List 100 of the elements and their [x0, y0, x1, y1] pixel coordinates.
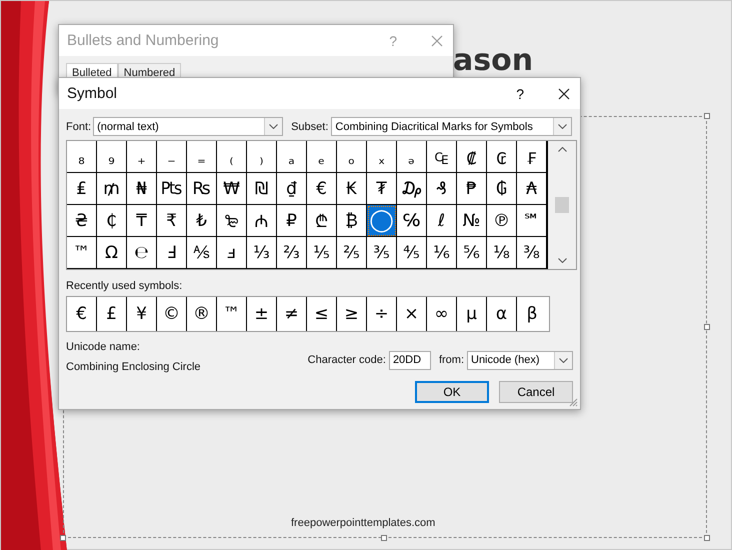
symbol-cell[interactable]: ⅜	[517, 237, 547, 269]
symbol-cell[interactable]: ₦	[127, 173, 157, 205]
symbol-cell[interactable]: ₉	[97, 141, 127, 173]
symbol-cell[interactable]: ₵	[97, 205, 127, 237]
section-label: Recently used symbols:	[66, 280, 184, 292]
symbol-cell[interactable]: ₩	[217, 173, 247, 205]
symbol-cell[interactable]: ₔ	[397, 141, 427, 173]
symbol-cell[interactable]: ₤	[67, 173, 97, 205]
symbol-cell[interactable]: ₱	[457, 173, 487, 205]
scrollbar[interactable]	[548, 141, 576, 269]
symbol-cell[interactable]: ₽	[277, 205, 307, 237]
symbol-cell[interactable]: ±	[247, 297, 277, 331]
symbol-cell[interactable]: ∞	[427, 297, 457, 331]
symbol-cell[interactable]: ₹	[157, 205, 187, 237]
symbol-cell[interactable]: ₳	[517, 173, 547, 205]
symbol-cell[interactable]: ₰	[427, 173, 457, 205]
symbol-cell[interactable]: №	[457, 205, 487, 237]
symbol-cell[interactable]: ₈	[67, 141, 97, 173]
chevron-down-icon	[559, 358, 568, 362]
symbol-cell[interactable]: ™	[217, 297, 247, 331]
symbol-cell[interactable]: ₐ	[277, 141, 307, 173]
resize-handle[interactable]	[704, 113, 710, 119]
symbol-cell[interactable]: ™	[67, 237, 97, 269]
symbol-cell[interactable]: ₫	[277, 173, 307, 205]
symbol-cell[interactable]: ®	[187, 297, 217, 331]
symbol-cell[interactable]: ₌	[187, 141, 217, 173]
symbol-cell[interactable]: £	[97, 297, 127, 331]
symbol-cell[interactable]: ⅓	[247, 237, 277, 269]
dialog-button[interactable]: Cancel	[499, 381, 573, 403]
symbol-cell[interactable]: ₾	[307, 205, 337, 237]
symbol-cell[interactable]: ₑ	[307, 141, 337, 173]
symbol-cell[interactable]: ⅕	[307, 237, 337, 269]
chevron-down-icon[interactable]	[558, 258, 566, 263]
symbol-cell[interactable]: ¥	[127, 297, 157, 331]
symbol-cell[interactable]: ⅔	[277, 237, 307, 269]
symbol-cell[interactable]: ℠	[517, 205, 547, 237]
symbol-cell[interactable]: ₭	[337, 173, 367, 205]
symbol-cell[interactable]: ◯	[367, 205, 397, 237]
symbol-cell[interactable]: ₪	[247, 173, 277, 205]
font-dropdown[interactable]: (normal text)	[93, 117, 284, 136]
symbol-cell[interactable]: ⅚	[457, 237, 487, 269]
help-button[interactable]: ?	[516, 86, 524, 102]
symbol-cell[interactable]: ₣	[517, 141, 547, 173]
symbol-cell[interactable]: ₥	[97, 173, 127, 205]
symbol-cell[interactable]: ₸	[127, 205, 157, 237]
symbol-cell[interactable]: ₊	[127, 141, 157, 173]
symbol-cell[interactable]: Ⅎ	[157, 237, 187, 269]
symbol-cell[interactable]: €	[67, 297, 97, 331]
symbol-cell[interactable]: €	[307, 173, 337, 205]
character-code-field[interactable]: 20DD	[388, 350, 431, 370]
symbol-cell[interactable]: Ω	[97, 237, 127, 269]
resize-grip-icon[interactable]	[569, 398, 578, 407]
symbol-cell[interactable]: ₻	[217, 205, 247, 237]
symbol-cell[interactable]: ⅛	[487, 237, 517, 269]
resize-handle[interactable]	[704, 324, 710, 330]
symbol-cell[interactable]: ₴	[67, 205, 97, 237]
dialog-button[interactable]: OK	[415, 381, 489, 403]
symbol-cell[interactable]: ⅎ	[217, 237, 247, 269]
window-title: Bullets and Numbering	[67, 32, 220, 49]
symbol-cell[interactable]: ₍	[217, 141, 247, 173]
scroll-thumb[interactable]	[555, 197, 569, 213]
symbol-cell[interactable]: ℓ	[427, 205, 457, 237]
chevron-down-icon	[558, 124, 568, 129]
symbol-cell[interactable]: ⅍	[187, 237, 217, 269]
symbol-cell[interactable]: ⅙	[427, 237, 457, 269]
subset-dropdown[interactable]: Combining Diacritical Marks for Symbols	[331, 117, 572, 136]
symbol-cell[interactable]: ×	[397, 297, 427, 331]
symbol-cell[interactable]: β	[517, 297, 547, 331]
chevron-up-icon[interactable]	[558, 147, 566, 152]
close-icon[interactable]	[558, 88, 570, 100]
symbol-cell[interactable]: ⅖	[337, 237, 367, 269]
from-dropdown[interactable]: Unicode (hex)	[467, 350, 573, 370]
resize-handle[interactable]	[704, 535, 710, 541]
symbol-cell[interactable]: ₒ	[337, 141, 367, 173]
symbol-cell[interactable]: µ	[457, 297, 487, 331]
symbol-cell[interactable]: ₋	[157, 141, 187, 173]
symbol-cell[interactable]: ₓ	[367, 141, 397, 173]
symbol-cell[interactable]: ÷	[367, 297, 397, 331]
symbol-cell[interactable]: ₲	[487, 173, 517, 205]
symbol-cell[interactable]: ≤	[307, 297, 337, 331]
symbol-cell[interactable]: ℅	[397, 205, 427, 237]
symbol-cell[interactable]: ℮	[127, 237, 157, 269]
symbol-cell[interactable]: ≥	[337, 297, 367, 331]
symbol-cell[interactable]: α	[487, 297, 517, 331]
resize-handle[interactable]	[60, 535, 66, 541]
symbol-cell[interactable]: ₢	[487, 141, 517, 173]
symbol-cell[interactable]: ₨	[187, 173, 217, 205]
symbol-cell[interactable]: ₡	[457, 141, 487, 173]
symbol-cell[interactable]: ⅗	[367, 237, 397, 269]
symbol-cell[interactable]: ©	[157, 297, 187, 331]
symbol-cell[interactable]: ≠	[277, 297, 307, 331]
symbol-cell[interactable]: ₧	[157, 173, 187, 205]
symbol-cell[interactable]: ℗	[487, 205, 517, 237]
symbol-cell[interactable]: ₎	[247, 141, 277, 173]
symbol-cell[interactable]: ₼	[247, 205, 277, 237]
symbol-cell[interactable]: ⅘	[397, 237, 427, 269]
resize-handle[interactable]	[381, 535, 387, 541]
symbol-cell[interactable]: ₺	[187, 205, 217, 237]
symbol-cell[interactable]: ₠	[427, 141, 457, 173]
symbol-cell[interactable]: ₯	[397, 173, 427, 205]
